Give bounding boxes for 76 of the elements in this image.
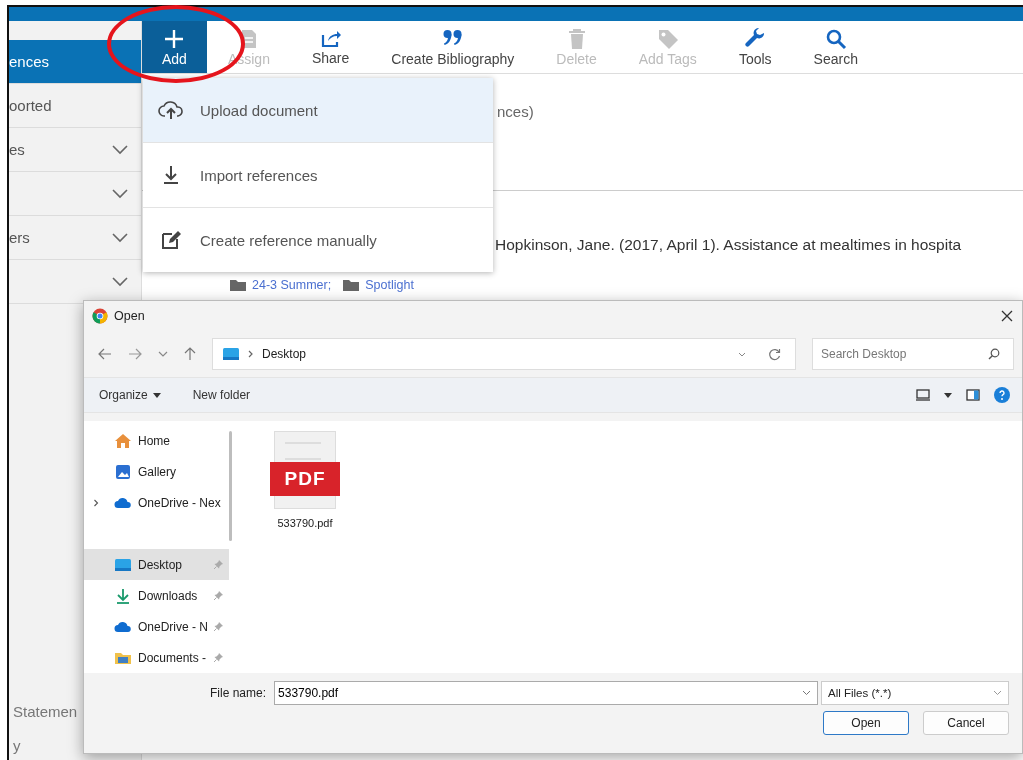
sidebar-item[interactable]: ences xyxy=(9,40,141,84)
navigation-item[interactable]: Documents - xyxy=(84,642,229,673)
wrench-icon xyxy=(744,27,767,50)
cloud-icon xyxy=(114,496,132,509)
breadcrumb-item[interactable]: Desktop xyxy=(262,347,307,361)
tag-link[interactable]: 24-3 Summer; xyxy=(252,278,332,292)
navigation-item[interactable]: Gallery xyxy=(84,456,229,487)
chevron-down-icon[interactable] xyxy=(158,351,168,357)
file-type-dropdown[interactable]: All Files (*.*) xyxy=(821,681,1009,705)
chevron-down-icon xyxy=(993,690,1002,696)
share-icon xyxy=(319,28,342,49)
scrollbar[interactable] xyxy=(229,431,232,541)
folder-icon xyxy=(230,279,246,291)
navigation-item[interactable]: Downloads xyxy=(84,580,229,611)
download-icon xyxy=(114,587,132,604)
tag-icon xyxy=(656,27,679,50)
chevron-down-icon xyxy=(111,188,129,199)
picture-icon xyxy=(114,463,132,480)
search-icon xyxy=(824,27,847,50)
close-icon[interactable] xyxy=(1001,310,1013,322)
app-logo-icon xyxy=(92,308,108,324)
open-button[interactable]: Open xyxy=(823,711,909,735)
up-arrow-icon[interactable] xyxy=(184,347,196,361)
chevron-down-icon xyxy=(111,232,129,243)
cloud-icon xyxy=(114,620,132,633)
reference-count: nces) xyxy=(497,103,535,120)
refresh-icon[interactable] xyxy=(768,347,781,361)
monitor-icon xyxy=(114,557,132,572)
forward-arrow-icon[interactable] xyxy=(128,348,142,360)
file-name-field[interactable]: 533790.pdf xyxy=(274,681,818,705)
toolbar-button[interactable]: Tools xyxy=(717,21,793,73)
view-icon[interactable] xyxy=(916,389,930,401)
cloud-upload-icon xyxy=(158,100,184,120)
trash-icon xyxy=(567,27,586,50)
navigation-item[interactable]: OneDrive - Nex xyxy=(84,487,229,518)
cancel-button[interactable]: Cancel xyxy=(923,711,1009,735)
toolbar-button[interactable]: New folder xyxy=(186,388,257,402)
toolbar-button[interactable]: Search xyxy=(792,21,879,73)
address-bar[interactable]: Desktop xyxy=(212,338,796,370)
back-arrow-icon[interactable] xyxy=(98,348,112,360)
plus-icon xyxy=(163,27,186,50)
monitor-icon xyxy=(222,347,240,361)
toolbar-button[interactable]: Share xyxy=(290,21,371,73)
menu-item[interactable]: Import references xyxy=(143,142,493,207)
tag-link[interactable]: Spotlight xyxy=(365,278,414,292)
pin-icon xyxy=(214,560,223,569)
chevron-right-icon xyxy=(248,350,254,358)
caret-icon xyxy=(152,392,161,398)
sidebar-item[interactable]: es xyxy=(9,128,141,172)
chevron-down-icon xyxy=(111,276,129,287)
folder-icon xyxy=(343,279,360,291)
menu-item[interactable]: Upload document xyxy=(143,78,493,142)
chevron-down-icon xyxy=(111,144,129,155)
folder-icon xyxy=(114,650,132,665)
navigation-item[interactable]: Desktop xyxy=(84,549,229,580)
pin-icon xyxy=(214,591,223,600)
home-icon xyxy=(114,432,132,449)
chevron-down-icon[interactable] xyxy=(738,351,746,357)
pin-icon xyxy=(214,622,223,631)
field-label: File name: xyxy=(210,686,267,700)
preview-pane-icon[interactable] xyxy=(966,389,980,401)
toolbar-button[interactable]: Add xyxy=(142,21,207,73)
reference-citation: Hopkinson, Jane. (2017, April 1). Assistance at mealtimes in hospita xyxy=(495,236,963,254)
navigation-item[interactable]: OneDrive - N xyxy=(84,611,229,642)
search-field[interactable]: Search Desktop xyxy=(812,338,1014,370)
navigation-item[interactable]: Home xyxy=(84,425,229,456)
menu-item[interactable]: Create reference manually xyxy=(143,207,493,272)
menu-button[interactable]: Organize xyxy=(93,388,167,402)
caret-icon[interactable] xyxy=(944,392,952,398)
sidebar-item[interactable]: ers xyxy=(9,216,141,260)
dialog-title: Open xyxy=(114,309,145,323)
help-icon[interactable] xyxy=(994,387,1010,403)
sidebar-item[interactable]: oorted xyxy=(9,84,141,128)
pin-icon xyxy=(214,653,223,662)
toolbar-button[interactable]: Create Bibliography xyxy=(370,21,536,73)
file-item[interactable]: PDF 533790.pdf xyxy=(265,431,345,673)
